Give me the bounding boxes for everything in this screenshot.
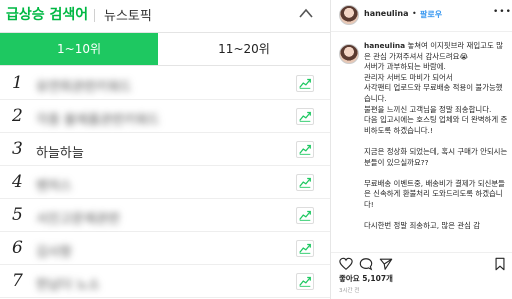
rank-keyword[interactable]: 유연희관련키워드 bbox=[36, 76, 132, 95]
trend-chart-icon[interactable] bbox=[296, 174, 314, 191]
rank-row[interactable]: 1 유연희관련키워드 bbox=[0, 67, 330, 100]
rank-number: 4 bbox=[12, 172, 23, 192]
caption-area[interactable]: haneulina 놓쳐여 이지핏브라 재입고도 많은 관심 가져주셔서 감사드… bbox=[331, 40, 512, 248]
share-icon[interactable] bbox=[379, 257, 393, 271]
rankings-header: 급상승 검색어 뉴스토픽 bbox=[0, 0, 330, 30]
trend-chart-icon[interactable] bbox=[296, 207, 314, 224]
rank-range-tabs: 1~10위 11~20위 bbox=[0, 32, 330, 66]
caption-username[interactable]: haneulina bbox=[364, 41, 405, 50]
follow-button[interactable]: 팔로우 bbox=[420, 9, 442, 20]
instagram-post-panel: haneulina • 팔로우 ••• haneulina 놓쳐여 이지핏브라 … bbox=[330, 0, 512, 299]
likes-count[interactable]: 좋아요 5,107개 bbox=[339, 273, 393, 284]
rank-keyword[interactable]: 각종 볼제품관련키워드 bbox=[36, 109, 160, 128]
rank-row[interactable]: 6 김사항 bbox=[0, 232, 330, 265]
rank-keyword[interactable]: 하늘하늘 bbox=[36, 142, 84, 161]
more-options-icon[interactable]: ••• bbox=[493, 7, 512, 17]
trend-chart-icon[interactable] bbox=[296, 108, 314, 125]
trend-chart-icon[interactable] bbox=[296, 273, 314, 290]
trend-chart-icon[interactable] bbox=[296, 141, 314, 158]
rank-number: 1 bbox=[12, 73, 23, 93]
caption-avatar[interactable] bbox=[339, 44, 359, 64]
search-rankings-panel: 급상승 검색어 뉴스토픽 1~10위 11~20위 1 유연희관련키워드 2 각종 볼… bbox=[0, 0, 330, 299]
rank-row[interactable]: 5 서진고문제관련 bbox=[0, 199, 330, 232]
rankings-title: 급상승 검색어 bbox=[6, 7, 89, 23]
header-divider bbox=[94, 9, 95, 22]
post-header: haneulina • 팔로우 ••• bbox=[331, 0, 512, 32]
heart-icon[interactable] bbox=[339, 257, 353, 271]
separator-dot: • bbox=[412, 9, 417, 18]
caption: haneulina 놓쳐여 이지핏브라 재입고도 많은 관심 가져주셔서 감사드… bbox=[364, 41, 508, 232]
news-topic-tab[interactable]: 뉴스토픽 bbox=[104, 5, 152, 24]
rank-keyword[interactable]: 벤처스 bbox=[36, 175, 72, 194]
rank-number: 2 bbox=[12, 106, 23, 126]
tab-rank-1-10[interactable]: 1~10위 bbox=[0, 33, 158, 65]
rank-row[interactable]: 2 각종 볼제품관련키워드 bbox=[0, 100, 330, 133]
rank-number: 6 bbox=[12, 238, 23, 258]
rank-row[interactable]: 7 한남더 노소 bbox=[0, 265, 330, 298]
rank-number: 7 bbox=[12, 271, 23, 291]
post-time: 3시간 전 bbox=[339, 288, 360, 294]
comment-icon[interactable] bbox=[359, 257, 373, 271]
rank-keyword[interactable]: 한남더 노소 bbox=[36, 274, 100, 293]
tab-rank-11-20[interactable]: 11~20위 bbox=[158, 33, 330, 65]
rank-row[interactable]: 4 벤처스 bbox=[0, 166, 330, 199]
chevron-up-icon[interactable] bbox=[298, 7, 314, 19]
rank-number: 3 bbox=[12, 139, 23, 159]
rank-keyword[interactable]: 서진고문제관련 bbox=[36, 208, 120, 227]
bookmark-icon[interactable] bbox=[493, 257, 507, 271]
post-username[interactable]: haneulina bbox=[364, 9, 409, 18]
post-actions: 좋아요 5,107개 3시간 전 bbox=[331, 252, 512, 298]
rank-number: 5 bbox=[12, 205, 23, 225]
trend-chart-icon[interactable] bbox=[296, 240, 314, 257]
rank-row[interactable]: 3 하늘하늘 bbox=[0, 133, 330, 166]
trend-chart-icon[interactable] bbox=[296, 75, 314, 92]
caption-text: 놓쳐여 이지핏브라 재입고도 많은 관심 가져주셔서 감사드려요😭 서버가 과부… bbox=[364, 41, 508, 231]
avatar[interactable] bbox=[339, 5, 359, 25]
rank-keyword[interactable]: 김사항 bbox=[36, 241, 72, 260]
